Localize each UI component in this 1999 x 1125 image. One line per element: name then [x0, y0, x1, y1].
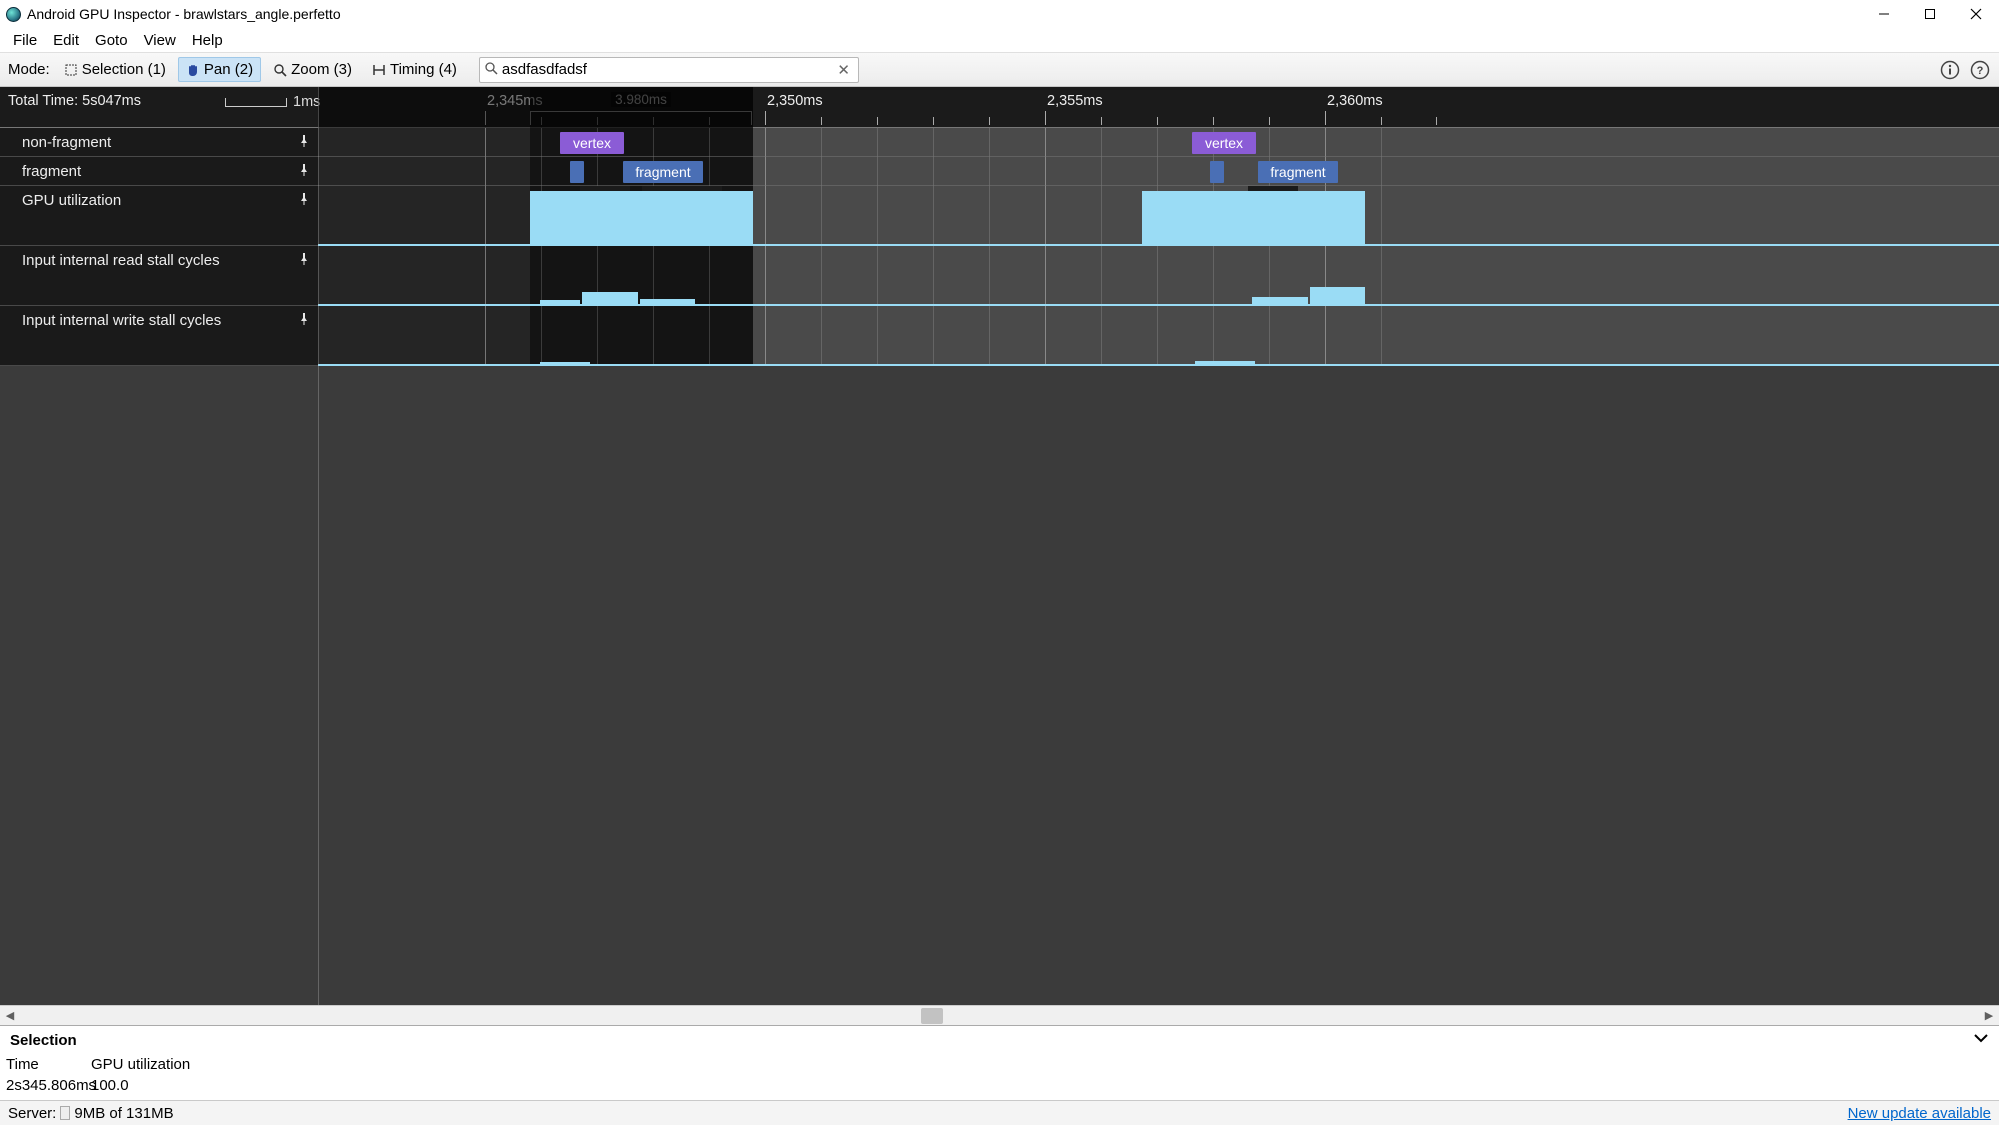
statusbar: Server: 9MB of 131MB New update availabl… [0, 1100, 1999, 1125]
pin-icon[interactable] [298, 163, 310, 180]
timeline-view[interactable]: Total Time: 5s047ms 1ms 2,345ms 2,350ms … [0, 87, 1999, 1005]
mode-timing[interactable]: Timing (4) [364, 57, 465, 82]
horizontal-scrollbar[interactable]: ◀ ▶ [0, 1005, 1999, 1025]
track-label: GPU utilization [22, 192, 121, 209]
mode-label: Mode: [8, 61, 50, 78]
read-stall-bar[interactable] [1310, 287, 1365, 304]
search-box[interactable]: ✕ [479, 57, 859, 83]
time-ruler[interactable]: Total Time: 5s047ms 1ms 2,345ms 2,350ms … [0, 87, 1999, 128]
track-read-stall[interactable]: Input internal read stall cycles [0, 246, 318, 306]
mode-zoom[interactable]: Zoom (3) [265, 57, 360, 82]
mode-timing-label: Timing (4) [390, 61, 457, 78]
track-non-fragment[interactable]: non-fragment [0, 128, 318, 157]
write-stall-bar[interactable] [540, 362, 590, 364]
tick-label: 2,360ms [1327, 93, 1383, 109]
memory-bar-icon [60, 1106, 70, 1120]
track-label: Input internal read stall cycles [22, 252, 220, 269]
table-row[interactable]: 2s345.806ms 100.0 [0, 1075, 1999, 1096]
menu-goto[interactable]: Goto [87, 29, 136, 52]
server-label: Server: [8, 1105, 56, 1122]
search-icon [484, 61, 498, 79]
scale-label: 1ms [293, 94, 320, 110]
selection-panel: Selection Time GPU utilization 2s345.806… [0, 1025, 1999, 1100]
scroll-right-icon[interactable]: ▶ [1979, 1009, 1999, 1022]
window-title: Android GPU Inspector - brawlstars_angle… [27, 6, 341, 22]
track-label: fragment [22, 163, 81, 180]
mode-selection[interactable]: Selection (1) [56, 57, 174, 82]
col-value[interactable]: GPU utilization [85, 1054, 196, 1075]
search-clear-icon[interactable]: ✕ [833, 61, 854, 79]
selection-icon [64, 63, 78, 77]
event-fragment[interactable]: fragment [623, 161, 703, 183]
titlebar: Android GPU Inspector - brawlstars_angle… [0, 0, 1999, 28]
track-label: Input internal write stall cycles [22, 312, 221, 329]
read-stall-bar[interactable] [640, 299, 695, 304]
selection-table: Time GPU utilization 2s345.806ms 100.0 2… [0, 1054, 1999, 1100]
pin-icon[interactable] [298, 312, 310, 329]
timing-icon [372, 63, 386, 77]
chevron-down-icon[interactable] [1973, 1030, 1989, 1050]
scroll-thumb[interactable] [921, 1008, 943, 1024]
svg-text:?: ? [1977, 65, 1984, 77]
tick-label: 2,350ms [767, 93, 823, 109]
event-fragment-small[interactable] [570, 161, 584, 183]
event-fragment[interactable]: fragment [1258, 161, 1338, 183]
menu-help[interactable]: Help [184, 29, 231, 52]
col-time[interactable]: Time [0, 1054, 85, 1075]
event-vertex[interactable]: vertex [560, 132, 624, 154]
help-button[interactable]: ? [1969, 59, 1991, 81]
track-row[interactable] [318, 306, 1999, 366]
close-button[interactable] [1953, 0, 1999, 28]
app-icon [6, 7, 21, 22]
tick-label: 2,345ms [487, 93, 543, 109]
menu-edit[interactable]: Edit [45, 29, 87, 52]
search-input[interactable] [498, 61, 833, 78]
read-stall-bar[interactable] [582, 292, 638, 304]
event-fragment-small[interactable] [1210, 161, 1224, 183]
read-stall-bar[interactable] [540, 300, 580, 304]
memory-text: 9MB of 131MB [74, 1105, 173, 1122]
gpu-util-block[interactable] [530, 191, 753, 244]
pin-icon[interactable] [298, 252, 310, 269]
pin-icon[interactable] [298, 192, 310, 209]
scroll-left-icon[interactable]: ◀ [0, 1009, 20, 1022]
track-gpu-util[interactable]: GPU utilization [0, 186, 318, 246]
minimize-button[interactable] [1861, 0, 1907, 28]
zoom-icon [273, 63, 287, 77]
menubar: File Edit Goto View Help [0, 28, 1999, 53]
toolbar: Mode: Selection (1) Pan (2) Zoom (3) Tim… [0, 53, 1999, 87]
mode-pan[interactable]: Pan (2) [178, 57, 261, 82]
mode-pan-label: Pan (2) [204, 61, 253, 78]
selection-title: Selection [10, 1032, 77, 1049]
gpu-util-block[interactable] [1142, 191, 1365, 244]
menu-view[interactable]: View [136, 29, 184, 52]
hand-icon [186, 63, 200, 77]
tick-label: 2,355ms [1047, 93, 1103, 109]
event-vertex[interactable]: vertex [1192, 132, 1256, 154]
selection-duration: 3.980ms [530, 111, 752, 125]
track-fragment[interactable]: fragment [0, 157, 318, 186]
track-row[interactable] [318, 246, 1999, 306]
mode-selection-label: Selection (1) [82, 61, 166, 78]
mode-zoom-label: Zoom (3) [291, 61, 352, 78]
pin-icon[interactable] [298, 134, 310, 151]
update-link[interactable]: New update available [1848, 1105, 1991, 1122]
menu-file[interactable]: File [5, 29, 45, 52]
write-stall-bar[interactable] [1195, 361, 1255, 364]
total-time-label: Total Time: 5s047ms [8, 93, 141, 109]
read-stall-bar[interactable] [1252, 297, 1308, 304]
track-write-stall[interactable]: Input internal write stall cycles [0, 306, 318, 366]
info-button[interactable] [1939, 59, 1961, 81]
maximize-button[interactable] [1907, 0, 1953, 28]
scale-indicator: 1ms [225, 94, 320, 110]
track-label: non-fragment [22, 134, 111, 151]
